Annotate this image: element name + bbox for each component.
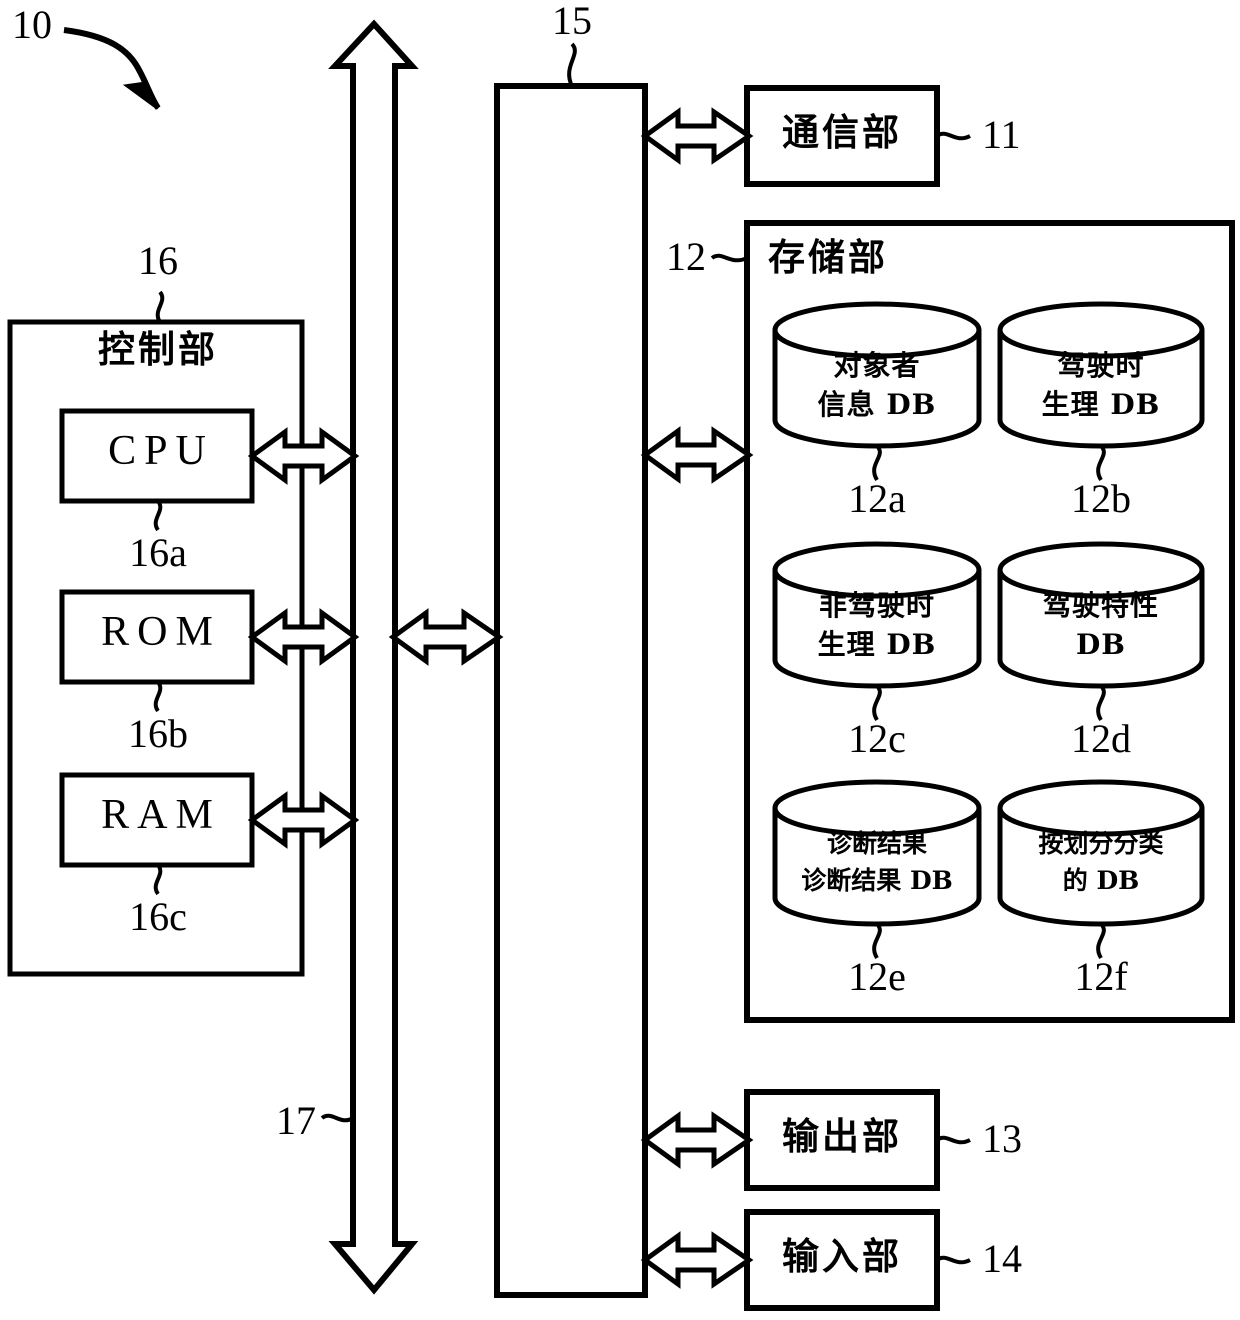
- ref-12e: 12e: [848, 954, 906, 999]
- lead-line-16b: [153, 680, 163, 713]
- patent-figure: 10 16 控制部 CPU 16a ROM 16b RAM 16c 17 15 …: [0, 0, 1240, 1320]
- ref-16: 16: [138, 238, 178, 283]
- ref-12: 12: [666, 234, 706, 279]
- rom-label: ROM: [101, 609, 221, 655]
- db-12c-line1: 非驾驶时: [818, 589, 936, 622]
- db-12a-line1: 对象者: [833, 349, 921, 382]
- ref-12a: 12a: [848, 476, 906, 521]
- lead-line-12: [710, 253, 748, 263]
- cpu-label: CPU: [108, 428, 214, 474]
- interface-box: [494, 83, 648, 1298]
- ref-12d: 12d: [1071, 716, 1131, 761]
- db-12f-line1: 按划分分类: [1038, 829, 1164, 858]
- control-unit-label: 控制部: [98, 327, 218, 371]
- db-12b-line2: 生理 DB: [1041, 388, 1161, 421]
- ref-16a: 16a: [129, 530, 187, 575]
- db-12d-line2: DB: [1076, 628, 1126, 661]
- ref-10: 10: [12, 2, 52, 47]
- ref-15: 15: [552, 0, 592, 43]
- ref-12b: 12b: [1071, 476, 1131, 521]
- db-12f-line2: 的 DB: [1062, 866, 1140, 895]
- arrow-interface-output: [640, 1111, 754, 1169]
- db-12e-line2: 诊断结果 DB: [801, 866, 953, 895]
- ref-16b: 16b: [128, 711, 188, 756]
- ref-17: 17: [276, 1098, 316, 1143]
- lead-line-16: [155, 290, 165, 324]
- db-12b-line1: 驾驶时: [1057, 349, 1145, 382]
- lead-line-13: [935, 1135, 971, 1145]
- bus-double-arrow: [328, 19, 419, 1295]
- lead-line-15: [567, 42, 577, 87]
- arrow-bus-interface: [388, 608, 504, 666]
- arrow-interface-storage: [640, 426, 754, 484]
- output-unit-label: 输出部: [782, 1114, 902, 1158]
- lead-line-17: [320, 1113, 355, 1123]
- ref-14: 14: [982, 1236, 1022, 1281]
- db-12d-line1: 驾驶特性: [1042, 589, 1160, 622]
- lead-line-16a: [153, 499, 163, 532]
- ref-16c: 16c: [129, 894, 187, 939]
- lead-line-14: [935, 1255, 971, 1265]
- communication-unit-label: 通信部: [782, 110, 902, 154]
- arrow-interface-input: [640, 1231, 754, 1289]
- ref-13: 13: [982, 1116, 1022, 1161]
- db-12c-line2: 生理 DB: [817, 628, 937, 661]
- ref-12f: 12f: [1074, 954, 1128, 999]
- db-12a-line2: 信息 DB: [817, 388, 937, 421]
- arrow-interface-communication: [640, 107, 754, 165]
- ram-label: RAM: [101, 792, 221, 838]
- lead-line-11: [935, 131, 971, 141]
- db-12e-line1: 诊断结果: [826, 829, 928, 858]
- ref-11: 11: [982, 112, 1021, 157]
- lead-line-16c: [153, 863, 163, 896]
- input-unit-label: 输入部: [782, 1234, 902, 1278]
- ref-12c: 12c: [848, 716, 906, 761]
- storage-unit-label: 存储部: [768, 235, 888, 279]
- diagram-linework: [7, 19, 1235, 1311]
